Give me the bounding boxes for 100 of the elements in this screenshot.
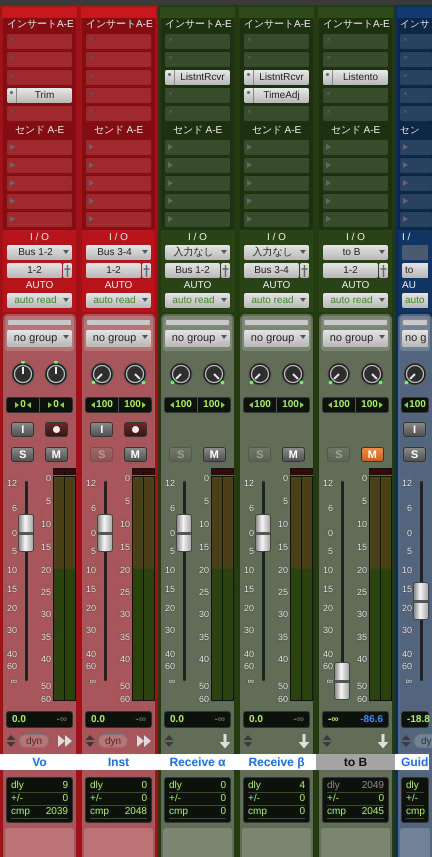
pan-knob[interactable] bbox=[326, 361, 352, 387]
send-slot[interactable] bbox=[165, 176, 230, 191]
automation-dropdown[interactable]: auto read bbox=[323, 293, 388, 308]
dyn-button[interactable]: dyn bbox=[98, 734, 128, 748]
input-dropdown[interactable]: Bus 3-4 bbox=[86, 245, 151, 260]
send-slot[interactable] bbox=[400, 176, 432, 191]
insert-slot[interactable] bbox=[244, 34, 309, 49]
insert-slot[interactable] bbox=[400, 88, 432, 103]
insert-slot[interactable] bbox=[400, 34, 432, 49]
plugin-button[interactable]: ListntRcvr bbox=[165, 70, 230, 85]
mute-button[interactable]: M bbox=[124, 447, 147, 462]
input-dropdown[interactable]: to B bbox=[323, 245, 388, 260]
send-slot[interactable] bbox=[165, 212, 230, 227]
send-slot[interactable] bbox=[400, 158, 432, 173]
insert-slot[interactable] bbox=[323, 34, 388, 49]
insert-slot[interactable] bbox=[400, 52, 432, 67]
fader-handle[interactable] bbox=[176, 514, 192, 552]
insert-slot[interactable] bbox=[244, 52, 309, 67]
input-monitor-button[interactable]: I bbox=[11, 422, 34, 437]
automation-dropdown[interactable]: auto read bbox=[165, 293, 230, 308]
automation-dropdown[interactable]: auto read bbox=[86, 293, 151, 308]
pan-knob[interactable] bbox=[201, 361, 228, 387]
insert-slot[interactable] bbox=[400, 106, 432, 121]
link-button[interactable] bbox=[221, 263, 230, 278]
send-slot[interactable] bbox=[400, 194, 432, 209]
fader-handle[interactable] bbox=[97, 514, 113, 552]
dyn-button[interactable]: dyn bbox=[19, 734, 50, 748]
insert-slot[interactable] bbox=[7, 106, 72, 121]
automation-dropdown[interactable]: auto read bbox=[7, 293, 72, 308]
input-monitor-button[interactable]: I bbox=[90, 422, 114, 437]
link-button[interactable] bbox=[63, 263, 72, 278]
group-dropdown[interactable]: no group bbox=[244, 330, 309, 347]
track-name[interactable]: Receive β bbox=[237, 754, 316, 770]
send-slot[interactable] bbox=[165, 158, 230, 173]
insert-slot[interactable] bbox=[86, 88, 151, 103]
track-name[interactable]: Guid bbox=[395, 754, 429, 770]
track-name[interactable]: to B bbox=[316, 754, 395, 770]
solo-button[interactable]: S bbox=[11, 447, 34, 462]
solo-button[interactable]: S bbox=[403, 447, 426, 462]
link-button[interactable] bbox=[379, 263, 388, 278]
pan-knob[interactable] bbox=[88, 361, 115, 387]
automation-dropdown[interactable]: auto bbox=[402, 293, 428, 308]
track-name[interactable]: Vo bbox=[0, 754, 79, 770]
insert-slot[interactable] bbox=[7, 70, 72, 85]
send-slot[interactable] bbox=[400, 140, 432, 155]
insert-slot[interactable] bbox=[86, 52, 151, 67]
group-dropdown[interactable]: no g bbox=[402, 330, 428, 347]
send-slot[interactable] bbox=[323, 212, 388, 227]
fader-handle[interactable] bbox=[18, 514, 34, 552]
send-slot[interactable] bbox=[86, 212, 151, 227]
insert-slot[interactable] bbox=[165, 34, 230, 49]
output-dropdown[interactable]: Bus 1-2 bbox=[165, 263, 220, 278]
pan-knob[interactable] bbox=[122, 361, 148, 387]
send-slot[interactable] bbox=[244, 176, 309, 191]
insert-slot[interactable] bbox=[323, 52, 388, 67]
send-slot[interactable] bbox=[323, 194, 388, 209]
group-dropdown[interactable]: no group bbox=[323, 330, 388, 347]
link-button[interactable] bbox=[142, 263, 151, 278]
link-button[interactable] bbox=[300, 263, 309, 278]
group-dropdown[interactable]: no group bbox=[86, 330, 151, 347]
insert-slot[interactable] bbox=[400, 70, 432, 85]
insert-slot[interactable] bbox=[165, 88, 230, 103]
insert-slot[interactable] bbox=[165, 52, 230, 67]
plugin-button[interactable]: TimeAdj bbox=[244, 88, 309, 103]
fader-handle[interactable] bbox=[334, 662, 350, 700]
mute-button[interactable]: M bbox=[360, 447, 384, 462]
insert-slot[interactable] bbox=[86, 34, 151, 49]
fader-handle[interactable] bbox=[413, 582, 429, 620]
input-dropdown[interactable]: Bus 1-2 bbox=[7, 245, 72, 260]
send-slot[interactable] bbox=[244, 140, 309, 155]
record-button[interactable] bbox=[124, 422, 147, 437]
send-slot[interactable] bbox=[165, 194, 230, 209]
output-dropdown[interactable]: 1-2 bbox=[323, 263, 378, 278]
send-slot[interactable] bbox=[7, 194, 72, 209]
dyn-button[interactable]: dy bbox=[414, 734, 432, 748]
send-slot[interactable] bbox=[323, 176, 388, 191]
send-slot[interactable] bbox=[7, 140, 72, 155]
pan-knob[interactable] bbox=[43, 361, 70, 387]
send-slot[interactable] bbox=[7, 176, 72, 191]
insert-slot[interactable] bbox=[86, 70, 151, 85]
output-dropdown[interactable]: Bus 3-4 bbox=[244, 263, 299, 278]
mute-button[interactable]: M bbox=[44, 447, 68, 462]
output-dropdown[interactable]: 1-2 bbox=[86, 263, 141, 278]
send-slot[interactable] bbox=[244, 212, 309, 227]
pan-knob[interactable] bbox=[280, 361, 306, 387]
pan-knob[interactable] bbox=[168, 361, 194, 387]
output-dropdown[interactable]: 1-2 bbox=[7, 263, 62, 278]
insert-slot[interactable] bbox=[165, 106, 230, 121]
send-slot[interactable] bbox=[244, 194, 309, 209]
mute-button[interactable]: M bbox=[282, 447, 305, 462]
group-dropdown[interactable]: no group bbox=[165, 330, 230, 347]
send-slot[interactable] bbox=[86, 194, 151, 209]
send-slot[interactable] bbox=[400, 212, 432, 227]
send-slot[interactable] bbox=[86, 140, 151, 155]
mute-button[interactable]: M bbox=[202, 447, 226, 462]
track-name[interactable]: Inst bbox=[79, 754, 158, 770]
input-monitor-button[interactable]: I bbox=[403, 422, 426, 437]
send-slot[interactable] bbox=[323, 140, 388, 155]
input-dropdown[interactable]: 入力なし bbox=[165, 245, 230, 260]
send-slot[interactable] bbox=[86, 176, 151, 191]
